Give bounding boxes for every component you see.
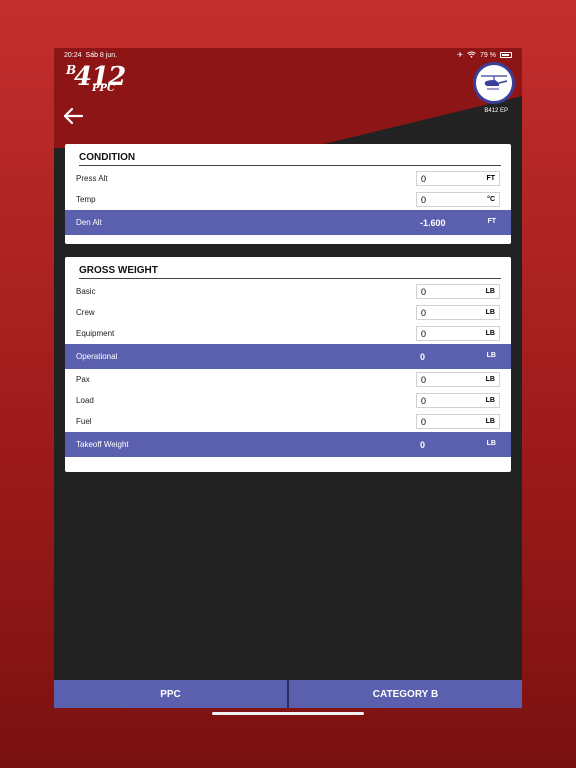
press-alt-row: Press Alt 0 FT xyxy=(65,168,511,189)
tab-ppc[interactable]: PPC xyxy=(54,680,287,708)
gross-weight-title: GROSS WEIGHT xyxy=(79,265,501,279)
status-bar: 20:24 Sáb 8 jun. ✈ 79 % xyxy=(54,48,522,62)
home-indicator[interactable] xyxy=(212,712,364,715)
fuel-input[interactable]: 0 LB xyxy=(416,414,500,429)
aircraft-label: B412 EP xyxy=(484,108,508,114)
app-screen: 20:24 Sáb 8 jun. ✈ 79 % B 412 PPC B412 E… xyxy=(54,48,522,708)
condition-card: CONDITION Press Alt 0 FT Temp 0 °C Den A… xyxy=(65,144,511,244)
den-alt-row: Den Alt -1.600 FT xyxy=(65,210,511,235)
equipment-input[interactable]: 0 LB xyxy=(416,326,500,341)
takeoff-weight-value: 0 LB xyxy=(420,439,496,450)
press-alt-input[interactable]: 0 FT xyxy=(416,171,500,186)
tab-category-b[interactable]: CATEGORY B xyxy=(287,680,522,708)
takeoff-weight-row: Takeoff Weight 0 LB xyxy=(65,432,511,457)
den-alt-value: -1.600 FT xyxy=(420,217,496,228)
fuel-row: Fuel 0 LB xyxy=(65,411,511,432)
back-arrow-icon[interactable] xyxy=(62,106,84,126)
wifi-icon xyxy=(467,51,476,60)
battery-icon xyxy=(500,52,512,58)
airplane-mode-icon: ✈ xyxy=(457,52,464,59)
temp-row: Temp 0 °C xyxy=(65,189,511,210)
helicopter-icon xyxy=(481,75,508,90)
equipment-row: Equipment 0 LB xyxy=(65,323,511,344)
status-date: Sáb 8 jun. xyxy=(85,51,118,59)
pax-input[interactable]: 0 LB xyxy=(416,372,500,387)
crew-input[interactable]: 0 LB xyxy=(416,305,500,320)
pax-row: Pax 0 LB xyxy=(65,369,511,390)
aircraft-selector[interactable] xyxy=(473,62,515,104)
condition-title: CONDITION xyxy=(79,152,501,166)
crew-row: Crew 0 LB xyxy=(65,302,511,323)
status-time: 20:24 xyxy=(64,51,82,59)
gross-weight-card: GROSS WEIGHT Basic 0 LB Crew 0 LB Equipm… xyxy=(65,257,511,472)
bottom-tab-bar: PPC CATEGORY B xyxy=(54,680,522,708)
basic-input[interactable]: 0 LB xyxy=(416,284,500,299)
temp-input[interactable]: 0 °C xyxy=(416,192,500,207)
load-input[interactable]: 0 LB xyxy=(416,393,500,408)
basic-row: Basic 0 LB xyxy=(65,281,511,302)
operational-row: Operational 0 LB xyxy=(65,344,511,369)
operational-value: 0 LB xyxy=(420,351,496,362)
load-row: Load 0 LB xyxy=(65,390,511,411)
battery-percent: 79 % xyxy=(480,51,496,59)
